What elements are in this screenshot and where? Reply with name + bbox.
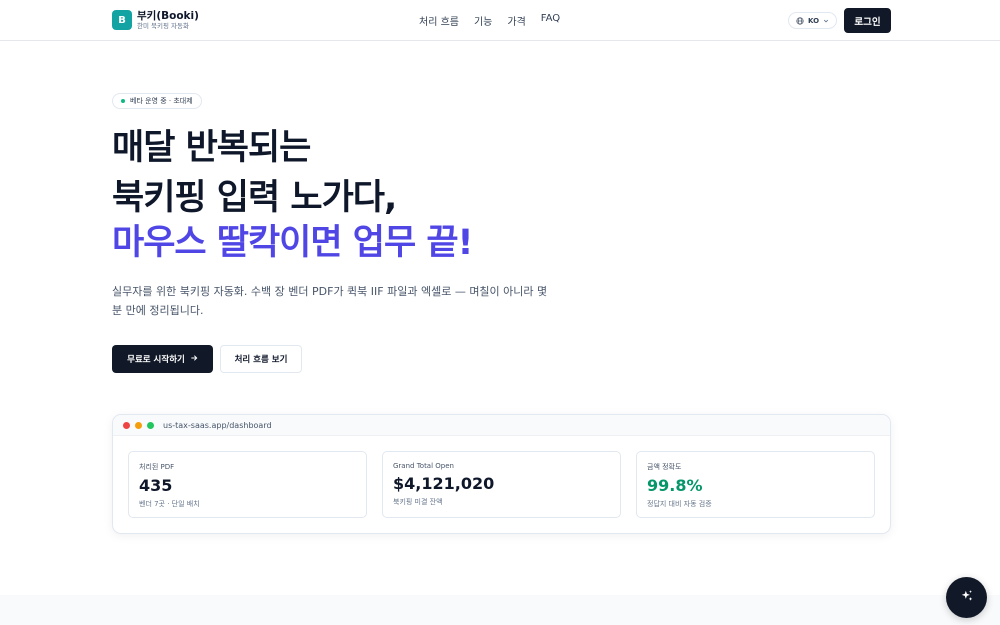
top-header: B 부키(Booki) 한미 북키핑 자동화 처리 흐름 기능 가격 FAQ K… bbox=[0, 0, 1000, 41]
close-dot-icon bbox=[123, 421, 130, 429]
stat-card-accuracy: 금액 정확도 99.8% 정답지 대비 자동 검증 bbox=[636, 451, 875, 518]
start-free-label: 무료로 시작하기 bbox=[127, 355, 185, 365]
hero-description: 실무자를 위한 북키핑 자동화. 수백 장 벤더 PDF가 퀵북 IIF 파일과… bbox=[112, 285, 548, 317]
dashboard-preview: us-tax-saas.app/dashboard 처리된 PDF 435 벤더… bbox=[112, 414, 891, 534]
stat-label: 금액 정확도 bbox=[647, 463, 682, 471]
brand-logo: B bbox=[112, 10, 132, 30]
hero-title-line1: 매달 반복되는 bbox=[112, 128, 311, 168]
minimize-dot-icon bbox=[135, 421, 142, 429]
stat-card-processed: 처리된 PDF 435 벤더 7곳 · 단일 배치 bbox=[128, 451, 367, 518]
chevron-down-icon bbox=[823, 18, 829, 24]
arrow-right-icon bbox=[190, 354, 198, 365]
stat-label: 처리된 PDF bbox=[139, 463, 175, 471]
stat-cards: 처리된 PDF 435 벤더 7곳 · 단일 배치 Grand Total Op… bbox=[128, 451, 875, 518]
main-nav: 처리 흐름 기능 가격 FAQ bbox=[419, 13, 560, 28]
brand-text: 부키(Booki) 한미 북키핑 자동화 bbox=[137, 9, 199, 30]
brand-tagline: 한미 북키핑 자동화 bbox=[137, 22, 189, 30]
ai-assistant-button[interactable] bbox=[946, 577, 987, 618]
browser-bar: us-tax-saas.app/dashboard bbox=[113, 415, 890, 436]
nav-item-flow[interactable]: 처리 흐름 bbox=[419, 13, 459, 28]
sparkle-icon bbox=[960, 588, 974, 607]
start-free-button[interactable]: 무료로 시작하기 bbox=[112, 345, 213, 373]
stat-card-open-total: Grand Total Open $4,121,020 북키핑 미결 잔액 bbox=[382, 451, 621, 518]
status-dot-icon bbox=[121, 99, 125, 103]
nav-item-faq[interactable]: FAQ bbox=[541, 13, 560, 28]
stat-sub: 벤더 7곳 · 단일 배치 bbox=[139, 500, 200, 508]
beta-badge: 베타 운영 중 · 초대제 bbox=[112, 93, 202, 109]
language-selector[interactable]: KO bbox=[788, 12, 837, 29]
stat-sub: 정답지 대비 자동 검증 bbox=[647, 500, 712, 508]
brand-name: 부키(Booki) bbox=[137, 9, 199, 22]
next-section-band bbox=[0, 595, 1000, 625]
stat-sub: 북키핑 미결 잔액 bbox=[393, 498, 443, 506]
stat-value: $4,121,020 bbox=[393, 474, 495, 493]
view-flow-button[interactable]: 처리 흐름 보기 bbox=[220, 345, 302, 373]
nav-item-features[interactable]: 기능 bbox=[474, 13, 492, 28]
language-label: KO bbox=[807, 16, 820, 25]
maximize-dot-icon bbox=[147, 421, 154, 429]
login-button[interactable]: 로그인 bbox=[844, 8, 891, 33]
hero-title-line2: 북키핑 입력 노가다, bbox=[112, 178, 397, 218]
stat-value: 435 bbox=[139, 476, 173, 495]
nav-item-pricing[interactable]: 가격 bbox=[507, 13, 525, 28]
globe-icon bbox=[796, 16, 804, 25]
beta-badge-text: 베타 운영 중 · 초대제 bbox=[130, 97, 193, 105]
stat-value: 99.8% bbox=[647, 476, 703, 495]
browser-url: us-tax-saas.app/dashboard bbox=[163, 420, 272, 430]
brand[interactable]: B 부키(Booki) 한미 북키핑 자동화 bbox=[112, 10, 199, 30]
stat-label: Grand Total Open bbox=[393, 462, 454, 470]
hero-title-line3: 마우스 딸칵이면 업무 끝! bbox=[112, 223, 474, 263]
